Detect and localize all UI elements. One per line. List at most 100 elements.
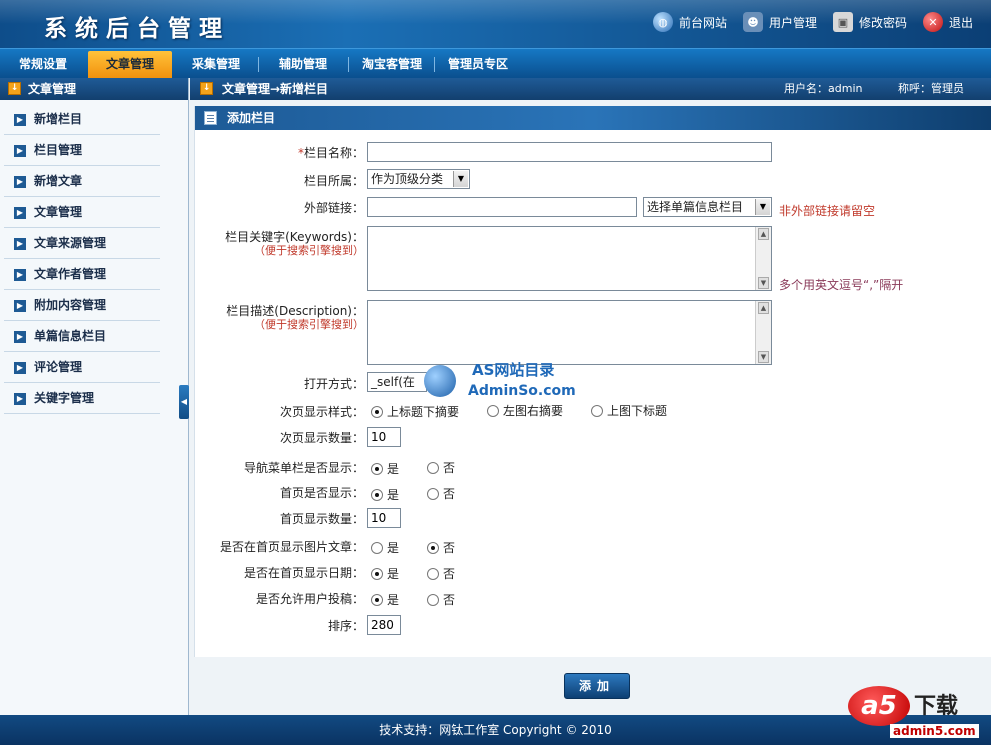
nav-divider	[258, 57, 259, 72]
nav-show-no[interactable]: 否	[427, 459, 455, 476]
role-display: 称呼：管理员	[898, 82, 964, 95]
page-count-input[interactable]	[367, 427, 401, 447]
external-link-hint: 非外部链接请留空	[779, 204, 876, 218]
arrow-down-icon: ↓	[200, 82, 213, 95]
chevron-left-icon: ◀	[180, 397, 188, 406]
dropdown-arrow-icon: ▼	[755, 199, 770, 215]
scrollbar[interactable]: ▲ ▼	[755, 301, 771, 364]
add-column-panel: 添加栏目 *栏目名称： 栏目所属： 作为顶级分类 ▼ 外部链接： 选择单篇信息栏目…	[194, 106, 991, 657]
keywords-textarea[interactable]: ▲ ▼	[367, 226, 772, 291]
sidebar-item-article-manage[interactable]: ▶ 文章管理	[4, 197, 160, 228]
arrow-right-icon: ▶	[14, 269, 26, 281]
column-name-input[interactable]	[367, 142, 772, 162]
home-show-label: 首页是否显示：	[279, 486, 364, 500]
arrow-down-icon: ↓	[8, 82, 21, 95]
breadcrumb-bar: ↓ 文章管理→新增栏目 用户名：admin 称呼：管理员	[190, 78, 991, 100]
parent-select[interactable]: 作为顶级分类 ▼	[367, 169, 470, 189]
nav-tab-articles[interactable]: 文章管理	[88, 51, 172, 78]
logout-link[interactable]: ✕ 退出	[922, 12, 973, 32]
parent-label: 栏目所属：	[303, 174, 364, 188]
open-mode-label: 打开方式：	[303, 377, 364, 391]
user-icon: ☻	[742, 12, 763, 32]
sidebar: ↓ 文章管理 ▶ 新增栏目 ▶ 栏目管理 ▶ 新增文章 ▶ 文章管理 ▶ 文章来源管理 ▶…	[0, 78, 189, 715]
sidebar-item-extra-content[interactable]: ▶ 附加内容管理	[4, 290, 160, 321]
arrow-right-icon: ▶	[14, 114, 26, 126]
home-date-label: 是否在首页显示日期：	[243, 566, 364, 580]
top-links: ◍ 前台网站 ☻ 用户管理 ▣ 修改密码 ✕ 退出	[652, 12, 973, 32]
nav-tab-admin[interactable]: 管理员专区	[438, 51, 518, 78]
sidebar-collapse-toggle[interactable]: ◀	[179, 385, 189, 419]
sidebar-item-keywords[interactable]: ▶ 关键字管理	[4, 383, 160, 414]
app-title: 系统后台管理	[44, 16, 230, 42]
sort-label: 排序：	[327, 619, 364, 633]
arrow-right-icon: ▶	[14, 207, 26, 219]
page-count-label: 次页显示数量：	[279, 431, 364, 445]
front-site-link[interactable]: ◍ 前台网站	[652, 12, 727, 32]
arrow-right-icon: ▶	[14, 300, 26, 312]
nav-tab-taobaoke[interactable]: 淘宝客管理	[352, 51, 432, 78]
scroll-up-icon: ▲	[758, 228, 769, 240]
column-name-label: *栏目名称：	[297, 146, 364, 160]
lock-icon: ▣	[832, 12, 853, 32]
home-date-no[interactable]: 否	[427, 565, 455, 582]
a5-download-logo: a5 下载 admin5.com	[848, 684, 988, 742]
style-option-top-image[interactable]: 上图下标题	[591, 402, 667, 419]
allow-post-no[interactable]: 否	[427, 591, 455, 608]
scrollbar[interactable]: ▲ ▼	[755, 227, 771, 290]
close-icon: ✕	[922, 12, 943, 32]
nav-show-yes[interactable]: 是	[371, 460, 399, 477]
arrow-right-icon: ▶	[14, 145, 26, 157]
adminso-watermark: AS网站目录 AdminSo.com	[424, 347, 576, 407]
add-submit-button[interactable]: 添加	[564, 673, 630, 699]
globe-icon: ◍	[652, 12, 673, 32]
globe-icon	[424, 365, 456, 397]
header-bar: 系统后台管理 ◍ 前台网站 ☻ 用户管理 ▣ 修改密码 ✕ 退出	[0, 0, 991, 48]
home-image-label: 是否在首页显示图片文章：	[219, 540, 364, 554]
external-link-label: 外部链接：	[303, 201, 364, 215]
document-icon	[204, 111, 217, 125]
sidebar-header: ↓ 文章管理	[0, 78, 188, 100]
home-show-yes[interactable]: 是	[371, 486, 399, 503]
nav-tab-auxiliary[interactable]: 辅助管理	[262, 51, 344, 78]
single-page-select[interactable]: 选择单篇信息栏目 ▼	[643, 197, 772, 217]
sidebar-item-comments[interactable]: ▶ 评论管理	[4, 352, 160, 383]
arrow-right-icon: ▶	[14, 393, 26, 405]
panel-header: 添加栏目	[195, 106, 991, 130]
allow-post-label: 是否允许用户投稿：	[255, 592, 364, 606]
home-image-yes[interactable]: 是	[371, 539, 399, 556]
nav-divider	[348, 57, 349, 72]
nav-tab-general[interactable]: 常规设置	[4, 51, 82, 78]
keywords-sublabel: （便于搜索引擎搜到）	[254, 244, 364, 257]
scroll-down-icon: ▼	[758, 277, 769, 289]
scroll-down-icon: ▼	[758, 351, 769, 363]
username-display: 用户名：admin	[784, 82, 863, 95]
home-date-yes[interactable]: 是	[371, 565, 399, 582]
home-image-no[interactable]: 否	[427, 539, 455, 556]
external-link-input[interactable]	[367, 197, 637, 217]
sidebar-item-add-article[interactable]: ▶ 新增文章	[4, 166, 160, 197]
nav-divider	[434, 57, 435, 72]
page-style-label: 次页显示样式：	[279, 405, 364, 419]
nav-tab-collect[interactable]: 采集管理	[176, 51, 256, 78]
sidebar-item-single-page[interactable]: ▶ 单篇信息栏目	[4, 321, 160, 352]
sidebar-item-column-manage[interactable]: ▶ 栏目管理	[4, 135, 160, 166]
home-count-label: 首页显示数量：	[279, 512, 364, 526]
footer: 技术支持：网钛工作室 Copyright © 2010	[0, 715, 991, 745]
sidebar-item-source-manage[interactable]: ▶ 文章来源管理	[4, 228, 160, 259]
home-count-input[interactable]	[367, 508, 401, 528]
home-show-no[interactable]: 否	[427, 485, 455, 502]
dropdown-arrow-icon: ▼	[453, 171, 468, 187]
sidebar-item-author-manage[interactable]: ▶ 文章作者管理	[4, 259, 160, 290]
change-password-link[interactable]: ▣ 修改密码	[832, 12, 907, 32]
user-manage-link[interactable]: ☻ 用户管理	[742, 12, 817, 32]
open-mode-select[interactable]: _self(在	[367, 372, 427, 392]
nav-show-label: 导航菜单栏是否显示：	[243, 461, 364, 475]
allow-post-yes[interactable]: 是	[371, 591, 399, 608]
arrow-right-icon: ▶	[14, 331, 26, 343]
arrow-right-icon: ▶	[14, 238, 26, 250]
sidebar-item-add-column[interactable]: ▶ 新增栏目	[4, 104, 160, 135]
keywords-hint: 多个用英文逗号“,”隔开	[779, 278, 904, 292]
arrow-right-icon: ▶	[14, 362, 26, 374]
description-sublabel: （便于搜索引擎搜到）	[254, 318, 364, 331]
sort-input[interactable]	[367, 615, 401, 635]
